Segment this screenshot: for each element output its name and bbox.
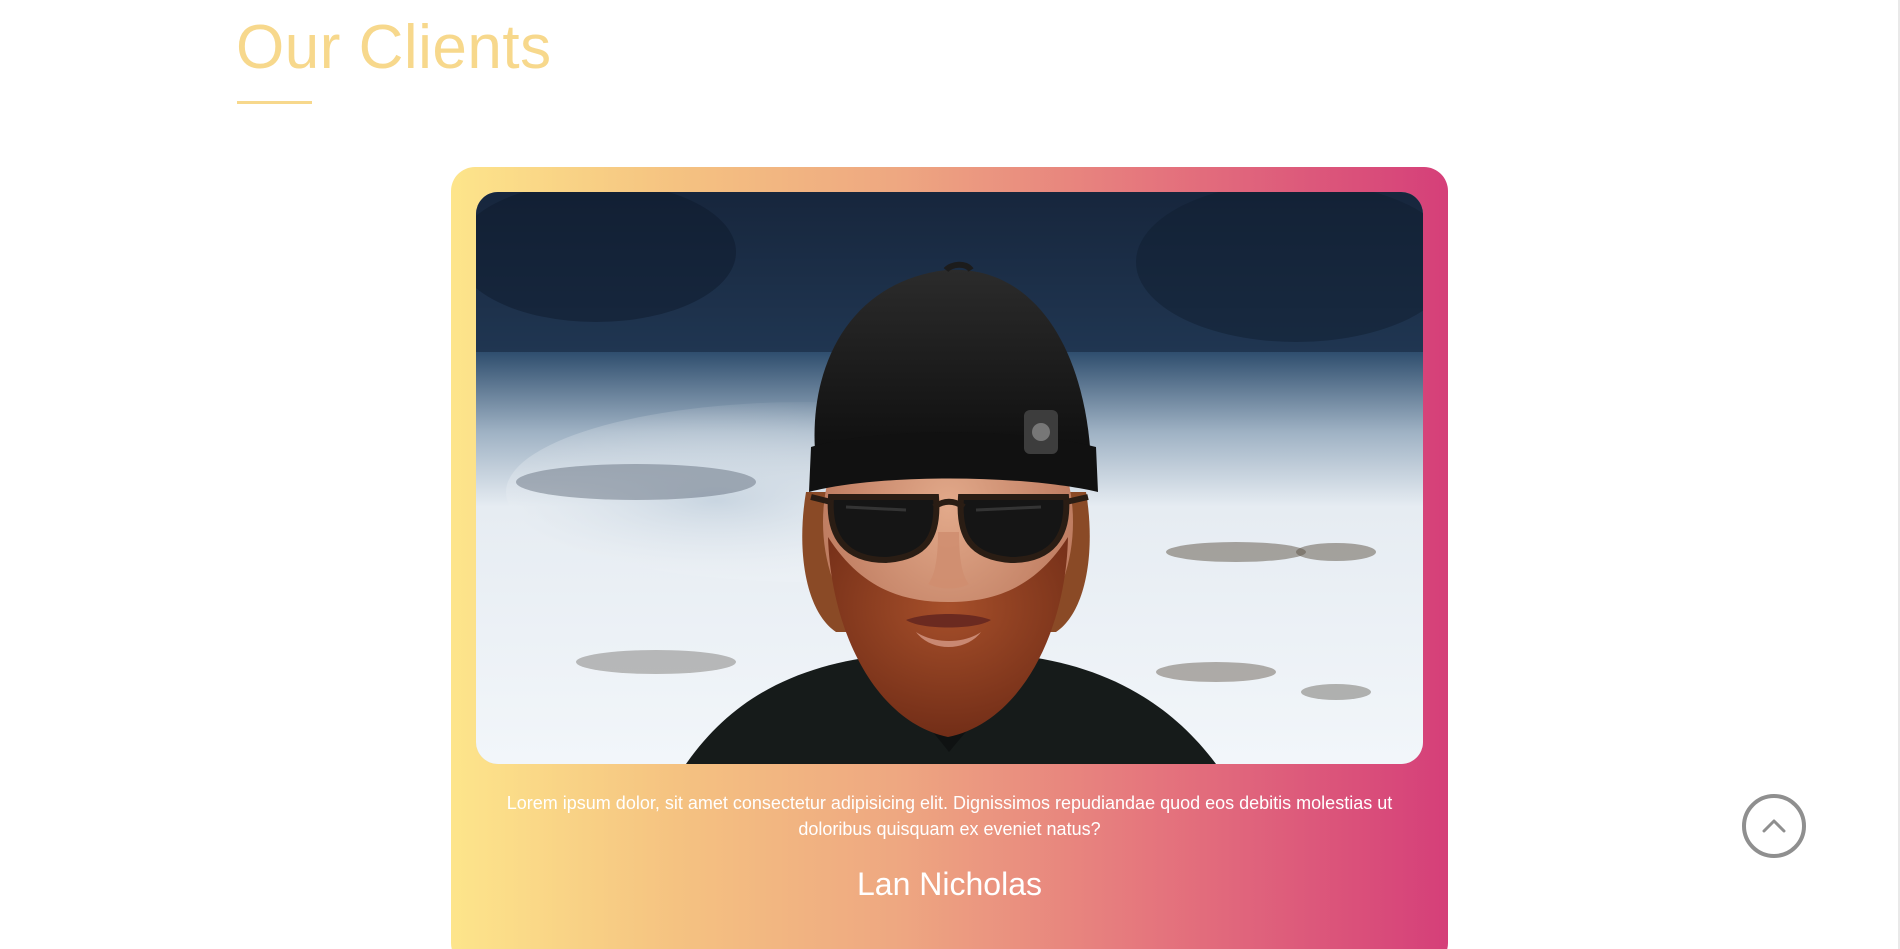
testimonial-quote: Lorem ipsum dolor, sit amet consectetur …	[506, 793, 1393, 839]
section-title: Our Clients	[236, 13, 552, 82]
title-underline	[237, 101, 312, 104]
chevron-up-icon	[1762, 819, 1786, 833]
client-portrait-image	[476, 192, 1423, 764]
client-name: Lan Nicholas	[857, 866, 1042, 902]
scroll-to-top-button[interactable]	[1742, 794, 1806, 858]
testimonial-card: Lorem ipsum dolor, sit amet consectetur …	[451, 167, 1448, 949]
client-photo	[476, 192, 1423, 764]
page: Our Clients Lorem ipsum dolor, sit amet …	[0, 0, 1900, 949]
